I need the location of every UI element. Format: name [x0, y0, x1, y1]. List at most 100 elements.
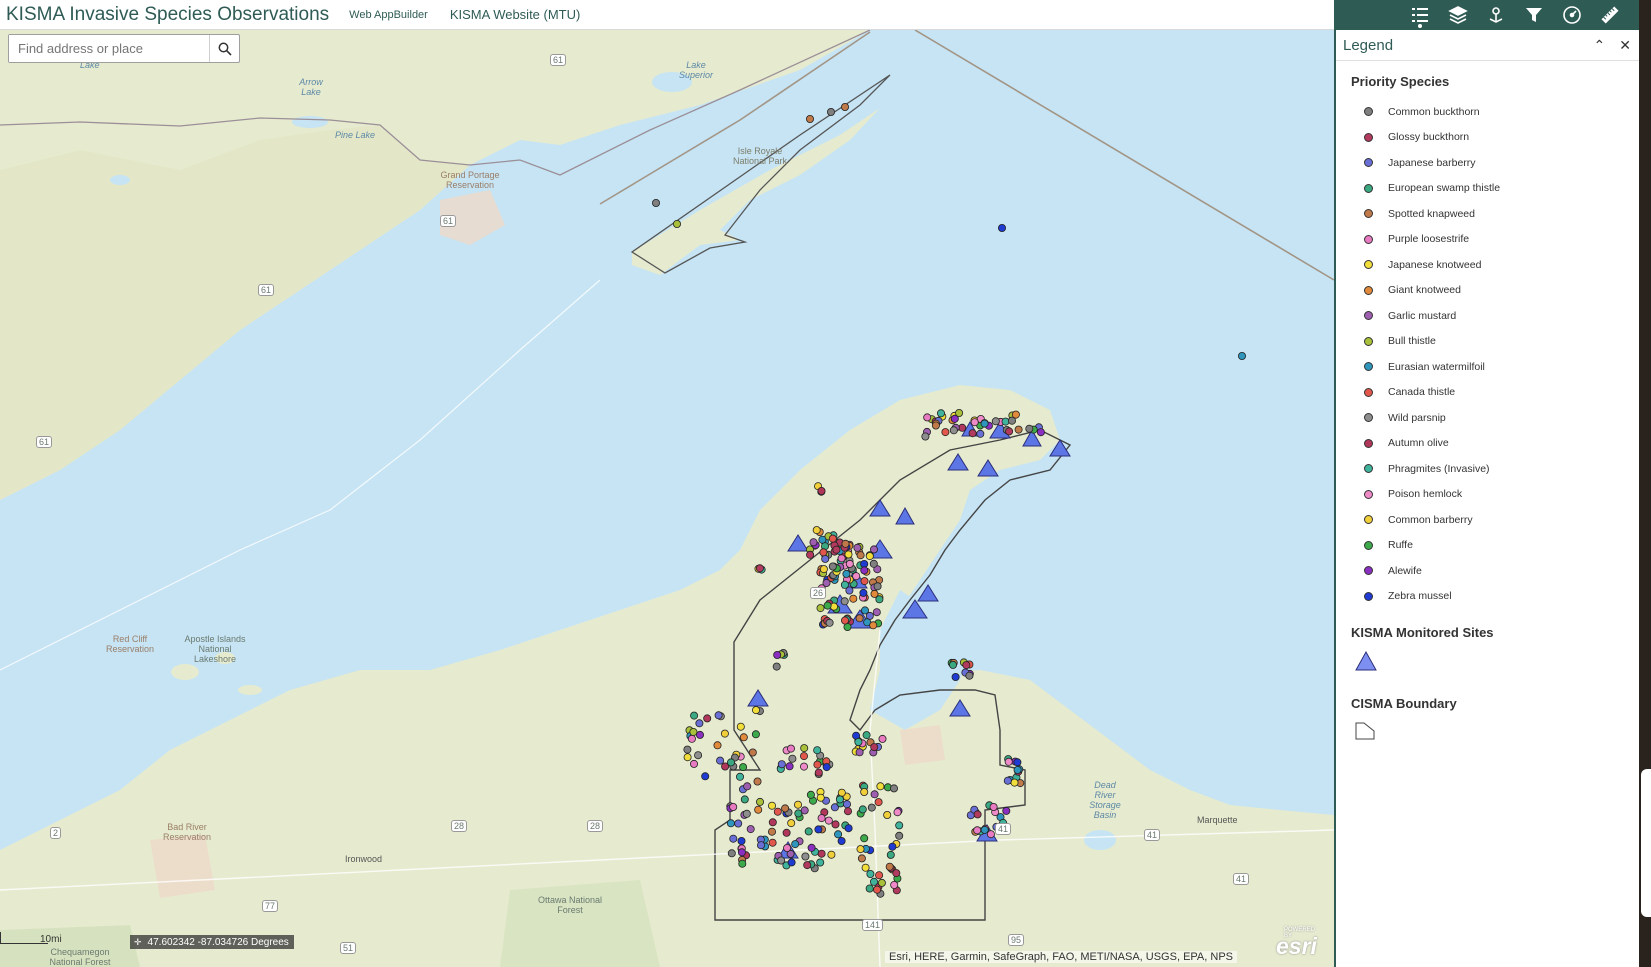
observation-point[interactable]: [737, 848, 746, 857]
observation-point[interactable]: [1010, 778, 1019, 787]
observation-point[interactable]: [756, 797, 765, 806]
observation-point[interactable]: [690, 711, 699, 720]
observation-point[interactable]: [973, 810, 982, 819]
observation-point[interactable]: [800, 762, 809, 771]
observation-point[interactable]: [941, 428, 950, 437]
observation-point[interactable]: [753, 777, 762, 786]
observation-point[interactable]: [856, 845, 865, 854]
observation-point[interactable]: [773, 807, 782, 816]
observation-point[interactable]: [860, 566, 869, 575]
observation-point[interactable]: [837, 788, 846, 797]
observation-point[interactable]: [783, 844, 792, 853]
observation-point[interactable]: [1238, 351, 1247, 360]
observation-point[interactable]: [951, 673, 960, 682]
observation-point[interactable]: [714, 711, 723, 720]
web-appbuilder-link[interactable]: Web AppBuilder: [349, 9, 428, 21]
observation-point[interactable]: [853, 543, 862, 552]
observation-point[interactable]: [825, 618, 834, 627]
observation-point[interactable]: [976, 429, 985, 438]
observation-point[interactable]: [803, 861, 812, 870]
observation-point[interactable]: [816, 604, 825, 613]
observation-point[interactable]: [1025, 424, 1034, 433]
observation-point[interactable]: [866, 870, 875, 879]
observation-point[interactable]: [980, 419, 989, 428]
observation-point[interactable]: [794, 800, 803, 809]
observation-point[interactable]: [875, 871, 884, 880]
observation-point[interactable]: [807, 843, 816, 852]
observation-point[interactable]: [895, 831, 904, 840]
observation-point[interactable]: [806, 790, 815, 799]
observation-point[interactable]: [701, 772, 710, 781]
observation-point[interactable]: [819, 565, 828, 574]
observation-point[interactable]: [870, 743, 879, 752]
observation-point[interactable]: [841, 616, 850, 625]
observation-point[interactable]: [804, 827, 813, 836]
observation-point[interactable]: [949, 426, 958, 435]
observation-point[interactable]: [870, 589, 879, 598]
observation-point[interactable]: [801, 852, 810, 861]
observation-point[interactable]: [1036, 428, 1045, 437]
observation-point[interactable]: [832, 545, 841, 554]
observation-point[interactable]: [885, 862, 894, 871]
observation-point[interactable]: [843, 800, 852, 809]
observation-point[interactable]: [827, 108, 836, 117]
basemap-pin-icon[interactable]: [1477, 0, 1515, 30]
kisma-website-link[interactable]: KISMA Website (MTU): [450, 7, 581, 22]
observation-point[interactable]: [768, 838, 777, 847]
observation-point[interactable]: [727, 758, 736, 767]
observation-point[interactable]: [703, 714, 712, 723]
observation-point[interactable]: [787, 819, 796, 828]
observation-point[interactable]: [827, 850, 836, 859]
observation-point[interactable]: [840, 597, 849, 606]
observation-point[interactable]: [869, 621, 878, 630]
observation-point[interactable]: [694, 751, 703, 760]
observation-point[interactable]: [787, 858, 796, 867]
map-view[interactable]: 61 61 61 61 26 41 41 41 28 28 2 77 51 14…: [0, 30, 1334, 967]
observation-point[interactable]: [844, 824, 853, 833]
observation-point[interactable]: [814, 825, 823, 834]
observation-point[interactable]: [878, 734, 887, 743]
dashboard-icon[interactable]: [1553, 0, 1591, 30]
observation-point[interactable]: [1013, 758, 1022, 767]
observation-point[interactable]: [687, 734, 696, 743]
observation-point[interactable]: [1013, 766, 1022, 775]
observation-point[interactable]: [834, 830, 843, 839]
observation-point[interactable]: [845, 559, 854, 568]
observation-point[interactable]: [800, 744, 809, 753]
observation-point[interactable]: [713, 741, 722, 750]
observation-point[interactable]: [740, 795, 749, 804]
observation-point[interactable]: [690, 759, 699, 768]
observation-point[interactable]: [861, 863, 870, 872]
observation-point[interactable]: [857, 854, 866, 863]
observation-point[interactable]: [777, 760, 786, 769]
observation-point[interactable]: [980, 825, 989, 834]
observation-point[interactable]: [998, 223, 1007, 232]
observation-point[interactable]: [813, 746, 822, 755]
observation-point[interactable]: [683, 745, 692, 754]
observation-point[interactable]: [1014, 425, 1023, 434]
observation-point[interactable]: [860, 834, 869, 843]
observation-point[interactable]: [785, 762, 794, 771]
observation-point[interactable]: [806, 115, 815, 124]
observation-point[interactable]: [1008, 416, 1017, 425]
observation-point[interactable]: [791, 840, 800, 849]
observation-point[interactable]: [729, 834, 738, 843]
observation-point[interactable]: [841, 103, 850, 112]
observation-point[interactable]: [855, 614, 864, 623]
observation-point[interactable]: [849, 594, 858, 603]
observation-point[interactable]: [652, 198, 661, 207]
observation-point[interactable]: [818, 535, 827, 544]
observation-point[interactable]: [743, 782, 752, 791]
observation-point[interactable]: [865, 884, 874, 893]
observation-point[interactable]: [737, 837, 746, 846]
observation-point[interactable]: [859, 588, 868, 597]
observation-point[interactable]: [673, 219, 682, 228]
observation-point[interactable]: [729, 803, 738, 812]
observation-point[interactable]: [1005, 427, 1014, 436]
observation-point[interactable]: [768, 827, 777, 836]
observation-point[interactable]: [800, 806, 809, 815]
observation-point[interactable]: [970, 418, 979, 427]
observation-point[interactable]: [921, 432, 930, 441]
observation-point[interactable]: [991, 417, 1000, 426]
observation-point[interactable]: [828, 534, 837, 543]
